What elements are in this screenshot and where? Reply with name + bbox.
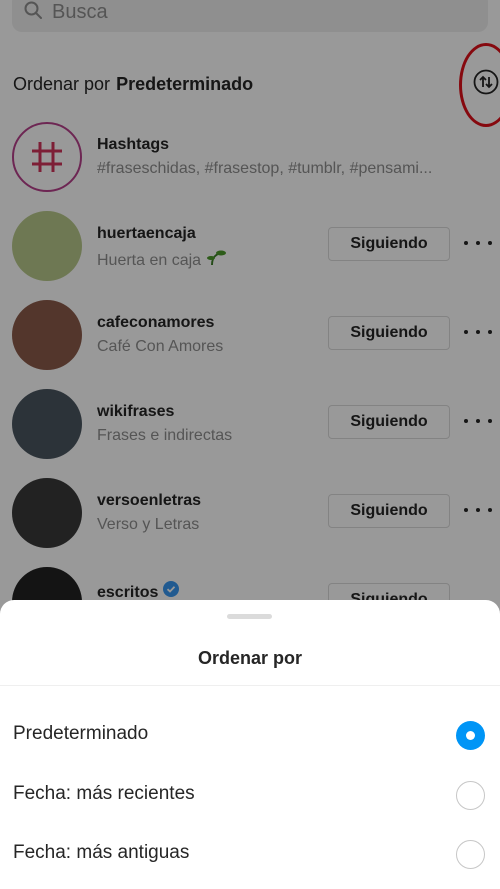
option-label: Fecha: más recientes xyxy=(13,783,195,804)
divider xyxy=(0,685,500,686)
sort-option-newest[interactable]: Fecha: más recientes xyxy=(0,763,500,823)
sort-bottom-sheet: Ordenar por Predeterminado Fecha: más re… xyxy=(0,600,500,889)
sheet-grabber[interactable] xyxy=(227,614,272,619)
sort-option-default[interactable]: Predeterminado xyxy=(0,703,500,763)
radio-selected[interactable] xyxy=(456,721,485,750)
sort-option-oldest[interactable]: Fecha: más antiguas xyxy=(0,822,500,882)
sheet-title: Ordenar por xyxy=(197,648,303,668)
radio-unselected[interactable] xyxy=(456,781,485,810)
option-label: Predeterminado xyxy=(13,723,149,744)
option-label: Fecha: más antiguas xyxy=(13,842,190,863)
radio-unselected[interactable] xyxy=(456,840,485,869)
